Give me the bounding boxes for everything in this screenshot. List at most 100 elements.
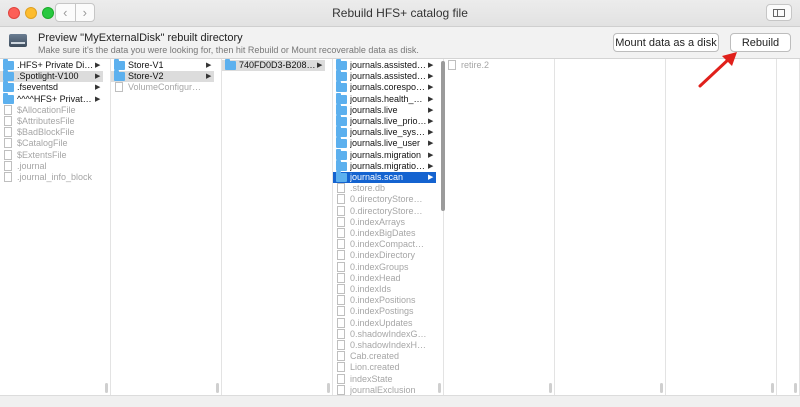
browser-column[interactable]: .HFS+ Private Dire… ▶ .Spotlight-V100 ▶ .fse…	[0, 59, 111, 395]
disclosure-arrow-icon: ▶	[428, 118, 434, 125]
file-row[interactable]: .store.db	[333, 183, 436, 194]
folder-icon	[336, 59, 347, 70]
folder-icon	[114, 70, 125, 82]
folder-row[interactable]: .HFS+ Private Dire… ▶	[0, 59, 103, 71]
item-label: $ExtentsFile	[17, 149, 67, 160]
column-resize-handle[interactable]	[793, 59, 798, 395]
column-resize-handle[interactable]	[659, 59, 664, 395]
folder-row[interactable]: Store-V1 ▶	[111, 59, 214, 71]
file-row[interactable]: .journal	[0, 160, 103, 172]
document-icon	[337, 216, 345, 227]
folder-row[interactable]: journals.assisted_i… ▶	[333, 59, 436, 71]
disclosure-arrow-icon: ▶	[428, 162, 434, 170]
item-label: journals.live_priority	[350, 116, 427, 126]
item-label: .journal_info_block	[17, 172, 93, 182]
item-label: .HFS+ Private Dire…	[17, 60, 94, 70]
file-row[interactable]: 0.indexDirectory	[333, 250, 436, 261]
item-label: Store-V2	[128, 71, 164, 82]
document-icon	[337, 250, 345, 261]
browser-column[interactable]: 740FD0D3-B208… ▶	[222, 59, 333, 395]
column-resize-handle[interactable]	[104, 59, 109, 395]
document-icon	[337, 194, 345, 205]
browser-column[interactable]	[555, 59, 666, 395]
browser-column[interactable]: journals.assisted_i… ▶ journals.assisted_i…	[333, 59, 444, 395]
file-row[interactable]: 0.indexBigDates	[333, 228, 436, 239]
folder-row[interactable]: journals.health_ch… ▶	[333, 92, 436, 105]
disclosure-arrow-icon: ▶	[428, 174, 434, 181]
browser-column[interactable]	[777, 59, 800, 395]
disclosure-arrow-icon: ▶	[206, 73, 212, 81]
document-icon	[337, 272, 345, 283]
folder-row[interactable]: journals.migration ▶	[333, 148, 436, 161]
preview-subtitle: Make sure it's the data you were looking…	[38, 45, 419, 55]
document-icon	[337, 328, 345, 339]
file-row[interactable]: $ExtentsFile	[0, 149, 103, 161]
column-resize-handle[interactable]	[326, 59, 331, 395]
folder-row[interactable]: journals.live_user ▶	[333, 137, 436, 149]
file-row[interactable]: Cab.created	[333, 351, 436, 362]
item-label: .fseventsd	[17, 82, 59, 93]
item-label: $CatalogFile	[17, 138, 68, 149]
file-row[interactable]: $BadBlockFile	[0, 127, 103, 138]
file-row[interactable]: 0.directoryStoreFile	[333, 194, 436, 205]
item-label: 740FD0D3-B208…	[239, 60, 316, 70]
file-row[interactable]: 0.shadowIndexHead	[333, 340, 436, 351]
folder-row[interactable]: .Spotlight-V100 ▶	[0, 70, 103, 83]
file-row[interactable]: retire.2	[444, 60, 547, 71]
file-row[interactable]: $AttributesFile	[0, 116, 103, 127]
document-icon	[4, 160, 12, 171]
file-row[interactable]: 0.indexPostings	[333, 306, 436, 317]
folder-row[interactable]: ^^^^HFS+ Private D…▶	[0, 92, 103, 105]
folder-icon	[336, 171, 347, 182]
folder-row[interactable]: journals.live ▶	[333, 103, 436, 116]
folder-row[interactable]: journals.scan ▶	[333, 171, 436, 183]
file-row[interactable]: .journal_info_block	[0, 172, 103, 183]
file-row[interactable]: $AllocationFile	[0, 104, 103, 116]
sidebar-toggle-button[interactable]	[766, 4, 792, 21]
folder-row[interactable]: journals.assisted_i… ▶	[333, 70, 436, 82]
file-row[interactable]: 0.indexHead	[333, 272, 436, 284]
file-row[interactable]: 0.indexIds	[333, 284, 436, 295]
folder-row[interactable]: .fseventsd ▶	[0, 81, 103, 93]
folder-row[interactable]: journals.live_system ▶	[333, 126, 436, 138]
folder-row[interactable]: journals.live_priority ▶	[333, 115, 436, 127]
file-row[interactable]: Lion.created	[333, 362, 436, 373]
folder-icon	[336, 70, 347, 82]
item-label: 0.shadowIndexGro…	[350, 328, 427, 339]
column-resize-handle[interactable]	[215, 59, 220, 395]
disclosure-arrow-icon: ▶	[95, 62, 101, 69]
file-row[interactable]: 0.shadowIndexGro…	[333, 328, 436, 340]
folder-icon	[3, 59, 14, 70]
browser-column[interactable]	[666, 59, 777, 395]
browser-column[interactable]: Store-V1 ▶ Store-V2 ▶ VolumeConfigurati…	[111, 59, 222, 395]
vertical-scroll-thumb[interactable]	[441, 61, 445, 211]
file-row[interactable]: journalExclusion	[333, 384, 436, 395]
folder-icon	[336, 126, 347, 138]
item-label: 0.indexIds	[350, 284, 392, 294]
item-label: 0.indexDirectory	[350, 250, 416, 261]
column-resize-handle[interactable]	[770, 59, 775, 395]
item-label: $AttributesFile	[17, 116, 75, 126]
folder-row[interactable]: journals.migration_… ▶	[333, 159, 436, 172]
folder-row[interactable]: 740FD0D3-B208… ▶	[222, 59, 325, 71]
document-icon	[337, 183, 345, 194]
file-row[interactable]: 0.indexGroups	[333, 261, 436, 273]
item-label: 0.indexPostings	[350, 306, 414, 317]
folder-row[interactable]: Store-V2 ▶	[111, 70, 214, 83]
file-row[interactable]: 0.indexPositions	[333, 295, 436, 306]
title-bar: ‹ › Rebuild HFS+ catalog file	[0, 0, 800, 27]
file-row[interactable]: 0.indexCompactDir…	[333, 239, 436, 250]
column-resize-handle[interactable]	[548, 59, 553, 395]
file-row[interactable]: 0.directoryStoreFil…	[333, 205, 436, 217]
browser-column[interactable]: retire.2	[444, 59, 555, 395]
file-row[interactable]: 0.indexUpdates	[333, 317, 436, 329]
item-label: retire.2	[461, 60, 490, 70]
file-row[interactable]: 0.indexArrays	[333, 216, 436, 228]
folder-row[interactable]: journals.corespotli… ▶	[333, 81, 436, 93]
file-row[interactable]: $CatalogFile	[0, 138, 103, 149]
item-label: journals.health_ch…	[350, 93, 427, 104]
file-row[interactable]: VolumeConfigurati…	[111, 82, 214, 93]
file-row[interactable]: indexState	[333, 373, 436, 385]
document-icon	[337, 205, 345, 216]
bottom-scrollbar[interactable]	[0, 395, 800, 407]
